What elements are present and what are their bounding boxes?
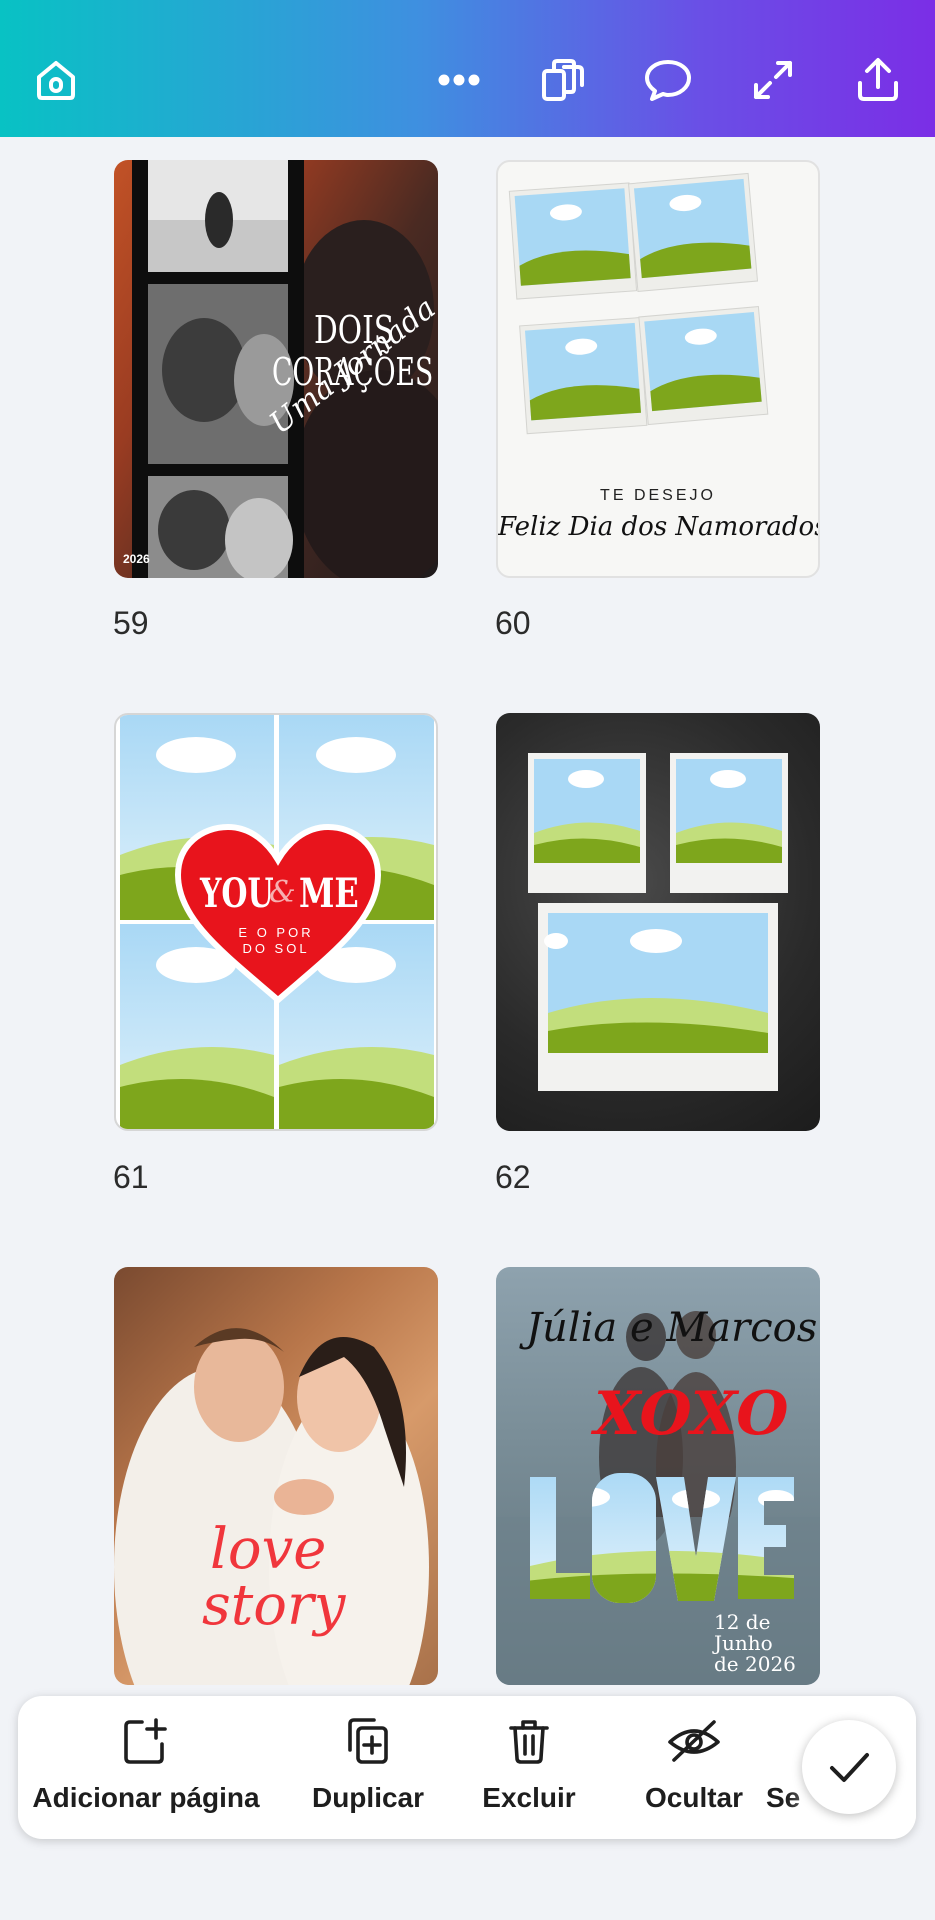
add-page-label: Adicionar página xyxy=(32,1782,260,1813)
check-icon xyxy=(830,1753,869,1782)
page-number-59: 59 xyxy=(113,605,149,641)
page-61-sub-2: DO SOL xyxy=(242,941,310,956)
page-thumbnail-63[interactable]: love story xyxy=(114,1267,438,1685)
fullscreen-button[interactable] xyxy=(745,52,801,108)
share-button[interactable] xyxy=(850,52,906,108)
pages-button[interactable] xyxy=(535,52,591,108)
done-button[interactable] xyxy=(802,1720,896,1814)
page-64-date-3: de 2026 xyxy=(714,1652,796,1676)
page-number-62: 62 xyxy=(495,1159,531,1195)
more-icon xyxy=(438,74,480,86)
page-63-line-2: story xyxy=(202,1573,346,1638)
share-icon xyxy=(858,58,898,101)
page-actions-bar: Adicionar página Duplicar Excluir Oculta… xyxy=(18,1696,916,1839)
page-number-61: 61 xyxy=(113,1159,149,1195)
page-61-sub-1: E O POR xyxy=(238,925,314,940)
page-thumbnail-61[interactable]: YOU & ME E O POR DO SOL xyxy=(114,713,438,1131)
page-61-me: ME xyxy=(299,870,359,917)
page-61-you: YOU xyxy=(200,870,274,917)
page-thumbnail-60[interactable]: 2026 TE DESEJO Feliz Dia dos Namorados xyxy=(496,160,820,578)
comments-button[interactable] xyxy=(640,52,696,108)
page-thumbnail-59[interactable]: DOIS CORAÇÕES Uma Jornada 2026 xyxy=(114,160,438,578)
home-button[interactable] xyxy=(28,52,84,108)
expand-icon xyxy=(754,61,792,99)
page-number-60: 60 xyxy=(495,605,531,641)
pages-icon xyxy=(542,59,584,101)
more-options-button[interactable] xyxy=(431,52,487,108)
duplicate-icon xyxy=(348,1718,388,1764)
page-60-small-text: TE DESEJO xyxy=(600,487,716,504)
page-60-script: Feliz Dia dos Namorados xyxy=(498,512,820,542)
comment-icon xyxy=(645,60,691,101)
home-icon xyxy=(37,61,75,100)
top-toolbar xyxy=(0,0,935,137)
duplicate-label: Duplicar xyxy=(311,1782,425,1813)
page-thumbnail-62[interactable] xyxy=(496,713,820,1131)
hide-eye-icon xyxy=(668,1720,720,1762)
add-page-button[interactable]: Adicionar página xyxy=(32,1716,260,1826)
hide-button[interactable]: Ocultar xyxy=(624,1716,764,1826)
photo-placeholders xyxy=(528,753,788,1091)
page-grid: DOIS CORAÇÕES Uma Jornada 2026 59 TE DES… xyxy=(0,137,935,1697)
page-59-year: 2026 xyxy=(123,552,150,566)
delete-label: Excluir xyxy=(482,1782,576,1813)
trash-icon xyxy=(509,1720,549,1764)
add-page-icon xyxy=(124,1718,167,1764)
love-word-art xyxy=(530,1473,794,1603)
page-61-amp: & xyxy=(269,875,296,910)
duplicate-button[interactable]: Duplicar xyxy=(288,1716,448,1826)
delete-button[interactable]: Excluir xyxy=(464,1716,594,1826)
hide-label: Ocultar xyxy=(644,1782,744,1813)
sky-placeholders xyxy=(120,715,434,1129)
page-thumbnail-64[interactable]: Júlia e Marcos XOXO 12 de Junho de 2026 xyxy=(496,1267,820,1685)
